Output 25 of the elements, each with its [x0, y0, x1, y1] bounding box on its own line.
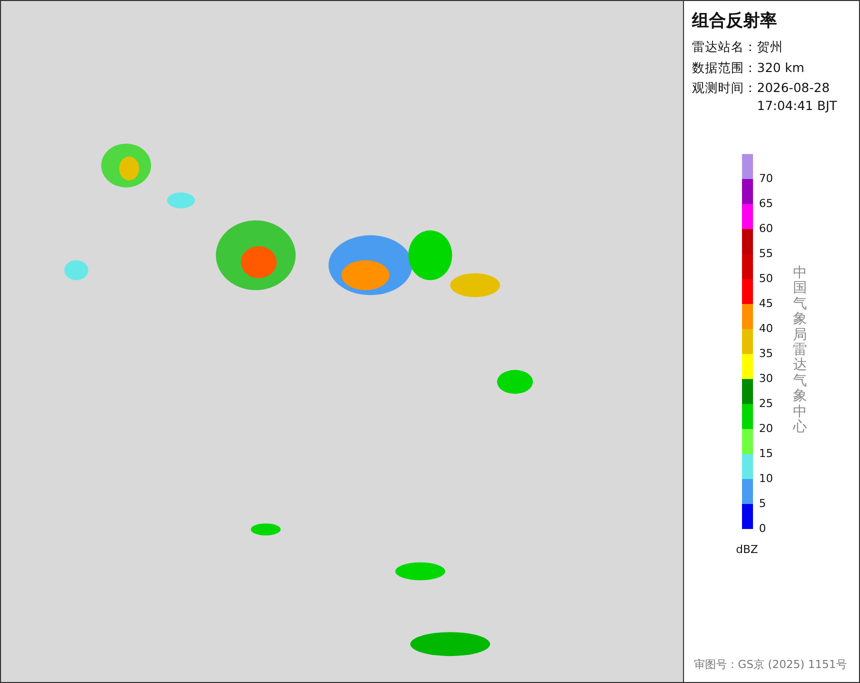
scale-label: 20	[759, 422, 773, 436]
scale-label: 40	[759, 322, 773, 336]
scale-label: 25	[759, 397, 773, 411]
panel-title: 组合反射率	[692, 10, 778, 32]
info-value: 2026-08-28 17:04:41 BJT	[757, 79, 838, 114]
approval-number: 审图号：GS京 (2025) 1151号	[694, 657, 847, 672]
scale-label: 5	[759, 497, 766, 511]
scale-label: 60	[759, 222, 773, 236]
info-label: 观测时间：	[692, 79, 757, 97]
scale-label: 45	[759, 297, 773, 311]
info-value: 贺州	[757, 38, 784, 56]
credit-text: 中国气象局雷达气象中心	[793, 266, 807, 437]
scale-label: 70	[759, 172, 773, 186]
scale-label: 65	[759, 197, 773, 211]
scale-label: 0	[759, 522, 766, 536]
scale-label: 30	[759, 372, 773, 386]
scale-label: 55	[759, 247, 773, 261]
scale-label: 15	[759, 447, 773, 461]
unit-label: dBZ	[736, 543, 758, 556]
info-label: 数据范围：	[692, 58, 757, 76]
info-value: 320 km	[757, 58, 806, 76]
info-label: 雷达站名：	[692, 38, 757, 56]
scale-label: 10	[759, 472, 773, 486]
scale-label: 35	[759, 347, 773, 361]
scale-label: 50	[759, 272, 773, 286]
